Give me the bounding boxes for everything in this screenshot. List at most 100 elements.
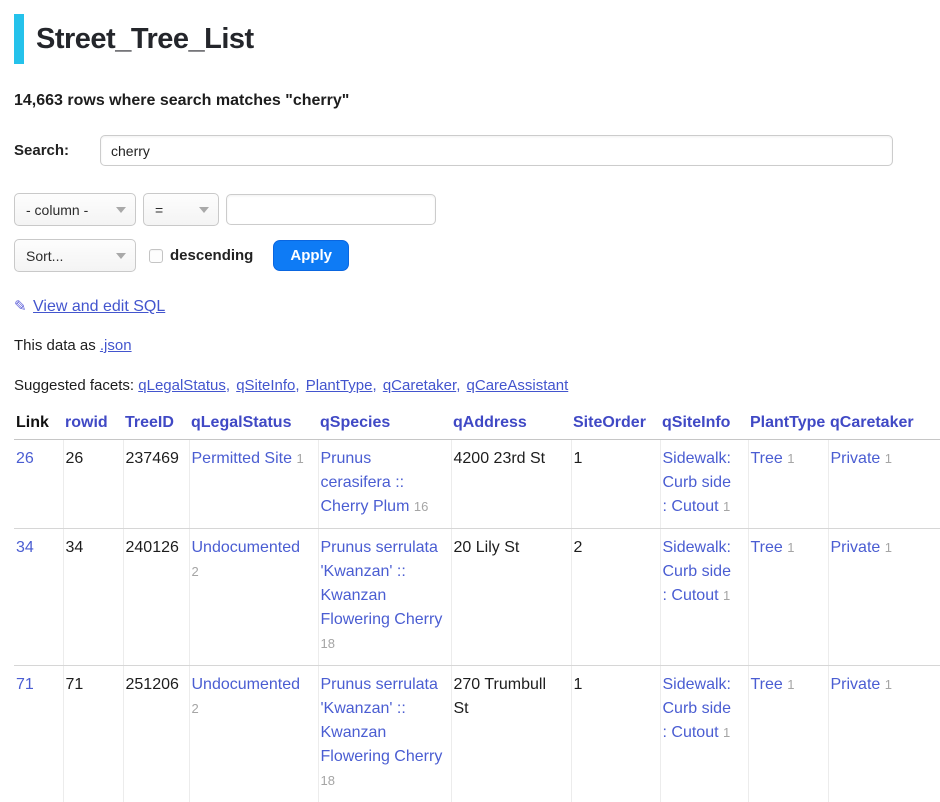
row-count-summary: 14,663 rows where search matches "cherry… (14, 92, 940, 110)
accent-bar (14, 14, 24, 64)
site-info-link[interactable]: Sidewalk: Curb side : Cutout (663, 676, 731, 741)
cell-siteorder: 2 (571, 529, 660, 666)
cell-qspecies: Prunus serrulata 'Kwanzan' :: Kwanzan Fl… (318, 666, 451, 802)
chevron-down-icon (116, 207, 126, 213)
cell-qlegalstatus: Undocumented 2 (189, 529, 318, 666)
species-link[interactable]: Prunus serrulata 'Kwanzan' :: Kwanzan Fl… (321, 676, 443, 765)
facet-separator: , (372, 377, 376, 394)
cell-planttype: Tree 1 (748, 529, 828, 666)
cell-qaddress: 270 Trumbull St (451, 666, 571, 802)
table-row: 71 71 251206 Undocumented 2 Prunus serru… (14, 666, 940, 802)
column-select-value: - column - (26, 202, 88, 218)
plant-type-link[interactable]: Tree (751, 676, 783, 693)
legal-status-link[interactable]: Permitted Site (192, 450, 292, 467)
cell-qsiteinfo: Sidewalk: Curb side : Cutout 1 (660, 440, 748, 529)
site-info-link[interactable]: Sidewalk: Curb side : Cutout (663, 450, 731, 515)
cell-link: 26 (14, 440, 63, 529)
facet-count: 1 (885, 451, 892, 466)
column-header-qaddress[interactable]: qAddress (451, 411, 571, 440)
facet-count: 1 (787, 451, 794, 466)
facet-count: 2 (192, 564, 199, 579)
suggested-facets-label: Suggested facets: (14, 377, 134, 394)
column-header-siteorder[interactable]: SiteOrder (571, 411, 660, 440)
page: Street_Tree_List 14,663 rows where searc… (0, 0, 940, 802)
facet-link-qlegalstatus[interactable]: qLegalStatus (138, 377, 226, 394)
cell-link: 34 (14, 529, 63, 666)
legal-status-link[interactable]: Undocumented (192, 539, 301, 556)
cell-qlegalstatus: Undocumented 2 (189, 666, 318, 802)
sort-select[interactable]: Sort... (14, 239, 136, 272)
facet-separator: , (226, 377, 230, 394)
cell-qsiteinfo: Sidewalk: Curb side : Cutout 1 (660, 666, 748, 802)
facet-link-planttype[interactable]: PlantType (306, 377, 373, 394)
cell-planttype: Tree 1 (748, 666, 828, 802)
cell-link: 71 (14, 666, 63, 802)
cell-treeid: 237469 (123, 440, 189, 529)
facet-link-qcaretaker[interactable]: qCaretaker (383, 377, 456, 394)
column-select[interactable]: - column - (14, 193, 136, 226)
column-header-qlegalstatus[interactable]: qLegalStatus (189, 411, 318, 440)
column-header-link: Link (14, 411, 63, 440)
facet-count: 1 (723, 588, 730, 603)
operator-select[interactable]: = (143, 193, 219, 226)
facet-count: 1 (296, 451, 303, 466)
descending-checkbox[interactable] (149, 249, 163, 263)
column-header-qcaretaker[interactable]: qCaretaker (828, 411, 940, 440)
pencil-icon: ✎ (14, 298, 27, 315)
table-row: 34 34 240126 Undocumented 2 Prunus serru… (14, 529, 940, 666)
facet-link-qsiteinfo[interactable]: qSiteInfo (236, 377, 295, 394)
operator-select-value: = (155, 202, 163, 218)
suggested-facets-line: Suggested facets: qLegalStatus, qSiteInf… (14, 377, 940, 394)
facet-count: 1 (723, 725, 730, 740)
data-export-prefix: This data as (14, 337, 96, 354)
column-header-rowid[interactable]: rowid (63, 411, 123, 440)
facet-count: 2 (192, 701, 199, 716)
search-form: Search: (14, 135, 940, 166)
site-info-link[interactable]: Sidewalk: Curb side : Cutout (663, 539, 731, 604)
column-header-qspecies[interactable]: qSpecies (318, 411, 451, 440)
facet-link-qcareassistant[interactable]: qCareAssistant (467, 377, 569, 394)
facet-count: 18 (321, 773, 335, 788)
species-link[interactable]: Prunus cerasifera :: Cherry Plum (321, 450, 410, 515)
column-header-treeid[interactable]: TreeID (123, 411, 189, 440)
column-header-qsiteinfo[interactable]: qSiteInfo (660, 411, 748, 440)
species-link[interactable]: Prunus serrulata 'Kwanzan' :: Kwanzan Fl… (321, 539, 443, 628)
descending-label: descending (170, 247, 253, 264)
cell-qaddress: 4200 23rd St (451, 440, 571, 529)
cell-siteorder: 1 (571, 666, 660, 802)
cell-qspecies: Prunus cerasifera :: Cherry Plum 16 (318, 440, 451, 529)
cell-planttype: Tree 1 (748, 440, 828, 529)
cell-qaddress: 20 Lily St (451, 529, 571, 666)
results-table: Link rowid TreeID qLegalStatus qSpecies … (14, 411, 940, 802)
apply-button[interactable]: Apply (273, 240, 349, 271)
legal-status-link[interactable]: Undocumented (192, 676, 301, 693)
cell-rowid: 71 (63, 666, 123, 802)
view-edit-sql-link[interactable]: View and edit SQL (33, 298, 165, 315)
page-title: Street_Tree_List (36, 14, 254, 64)
filter-row: - column - = (14, 193, 940, 226)
caretaker-link[interactable]: Private (831, 676, 881, 693)
row-link[interactable]: 34 (16, 539, 34, 556)
cell-qlegalstatus: Permitted Site 1 (189, 440, 318, 529)
facet-separator: , (295, 377, 299, 394)
row-link[interactable]: 71 (16, 676, 34, 693)
json-link[interactable]: .json (100, 337, 132, 354)
cell-qsiteinfo: Sidewalk: Curb side : Cutout 1 (660, 529, 748, 666)
row-link[interactable]: 26 (16, 450, 34, 467)
filter-value-input[interactable] (226, 194, 436, 225)
facet-count: 1 (787, 540, 794, 555)
plant-type-link[interactable]: Tree (751, 539, 783, 556)
cell-treeid: 240126 (123, 529, 189, 666)
column-header-planttype[interactable]: PlantType (748, 411, 828, 440)
caretaker-link[interactable]: Private (831, 450, 881, 467)
sort-select-value: Sort... (26, 248, 63, 264)
chevron-down-icon (199, 207, 209, 213)
facet-count: 1 (885, 677, 892, 692)
plant-type-link[interactable]: Tree (751, 450, 783, 467)
facet-separator: , (456, 377, 460, 394)
caretaker-link[interactable]: Private (831, 539, 881, 556)
search-input[interactable] (100, 135, 893, 166)
facet-count: 1 (885, 540, 892, 555)
table-header-row: Link rowid TreeID qLegalStatus qSpecies … (14, 411, 940, 440)
chevron-down-icon (116, 253, 126, 259)
